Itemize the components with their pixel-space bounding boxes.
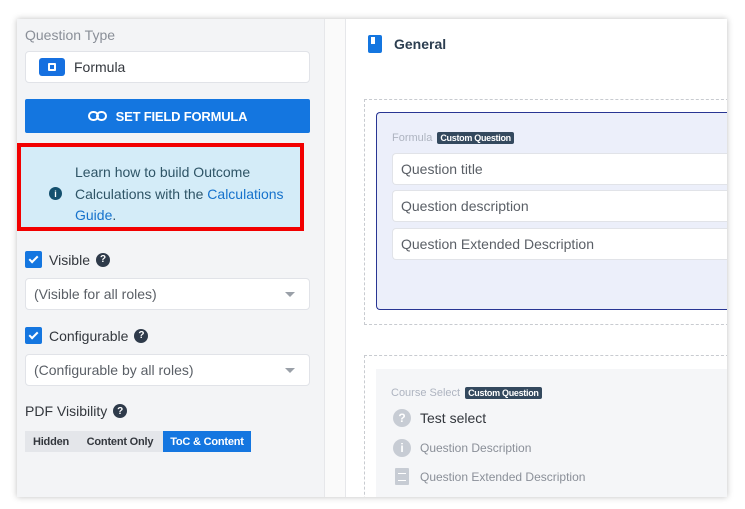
field-settings-panel: Question Type Formula SET FIELD FORMULA … bbox=[17, 19, 324, 497]
formula-question-card[interactable]: Formula Custom Question Question title Q… bbox=[376, 112, 727, 310]
set-field-formula-label: SET FIELD FORMULA bbox=[115, 108, 248, 124]
question-type-tag: Formula bbox=[392, 132, 433, 144]
form-preview-panel: General Formula Custom Question Question… bbox=[346, 19, 727, 497]
card-header: Formula Custom Question bbox=[392, 132, 514, 144]
section-title: General bbox=[394, 36, 447, 52]
question-type-value: Formula bbox=[74, 59, 126, 75]
pdf-option-hidden[interactable]: Hidden bbox=[25, 431, 77, 452]
configurable-label: Configurable bbox=[49, 327, 129, 344]
calculations-guide-callout: i Learn how to build Outcome Calculation… bbox=[17, 143, 304, 231]
question-title: Test select bbox=[420, 410, 487, 426]
section-header: General bbox=[368, 35, 446, 53]
configurable-roles-value: (Configurable by all roles) bbox=[34, 362, 194, 378]
pdf-option-toc-content[interactable]: ToC & Content bbox=[163, 431, 251, 452]
callout-text: Learn how to build Outcome Calculations … bbox=[75, 162, 303, 227]
question-type-select[interactable]: Formula bbox=[25, 51, 310, 83]
pdf-visibility-toggle: Hidden Content Only ToC & Content bbox=[25, 431, 251, 452]
set-field-formula-button[interactable]: SET FIELD FORMULA bbox=[25, 99, 310, 133]
question-type-label: Question Type bbox=[25, 27, 116, 43]
help-icon[interactable]: ? bbox=[113, 404, 128, 418]
link-icon bbox=[87, 111, 108, 121]
question-description: Question Description bbox=[420, 441, 532, 455]
question-extended-description-input[interactable]: Question Extended Description bbox=[392, 228, 727, 260]
visible-row: Visible ? bbox=[25, 251, 110, 268]
visible-label: Visible bbox=[49, 251, 90, 268]
help-icon[interactable]: ? bbox=[96, 252, 110, 267]
question-extended-row: Question Extended Description bbox=[393, 468, 585, 485]
visible-roles-value: (Visible for all roles) bbox=[34, 286, 157, 302]
pdf-option-content-only[interactable]: Content Only bbox=[77, 431, 163, 452]
visible-roles-dropdown[interactable]: (Visible for all roles) bbox=[25, 278, 310, 310]
formula-type-icon bbox=[39, 58, 65, 76]
question-description-row: i Question Description bbox=[393, 439, 531, 457]
pdf-visibility-label: PDF Visibility bbox=[25, 403, 108, 419]
question-extended-description: Question Extended Description bbox=[420, 469, 586, 484]
pdf-visibility-row: PDF Visibility ? bbox=[25, 403, 128, 419]
chevron-down-icon bbox=[285, 368, 295, 373]
card-header: Course Select Custom Question bbox=[391, 387, 542, 399]
custom-question-badge: Custom Question bbox=[437, 132, 514, 144]
question-mark-icon: ? bbox=[393, 409, 411, 427]
panel-divider bbox=[324, 19, 346, 497]
configurable-roles-dropdown[interactable]: (Configurable by all roles) bbox=[25, 354, 310, 386]
question-title-input[interactable]: Question title bbox=[392, 153, 727, 185]
callout-text-after: . bbox=[112, 207, 117, 223]
document-icon bbox=[395, 468, 409, 485]
book-icon bbox=[368, 35, 382, 53]
info-icon: i bbox=[49, 187, 62, 200]
question-description-input[interactable]: Question description bbox=[392, 190, 727, 222]
info-icon: i bbox=[393, 439, 411, 457]
help-icon[interactable]: ? bbox=[134, 328, 149, 343]
question-type-tag: Course Select bbox=[391, 387, 461, 399]
visible-checkbox[interactable] bbox=[25, 251, 42, 268]
configurable-checkbox[interactable] bbox=[25, 327, 42, 344]
configurable-row: Configurable ? bbox=[25, 327, 149, 344]
custom-question-badge: Custom Question bbox=[465, 387, 542, 399]
chevron-down-icon bbox=[285, 292, 295, 297]
app-frame: Question Type Formula SET FIELD FORMULA … bbox=[17, 19, 727, 497]
course-select-question-card[interactable]: Course Select Custom Question ? Test sel… bbox=[376, 369, 727, 497]
question-title-row: ? Test select bbox=[393, 409, 486, 427]
